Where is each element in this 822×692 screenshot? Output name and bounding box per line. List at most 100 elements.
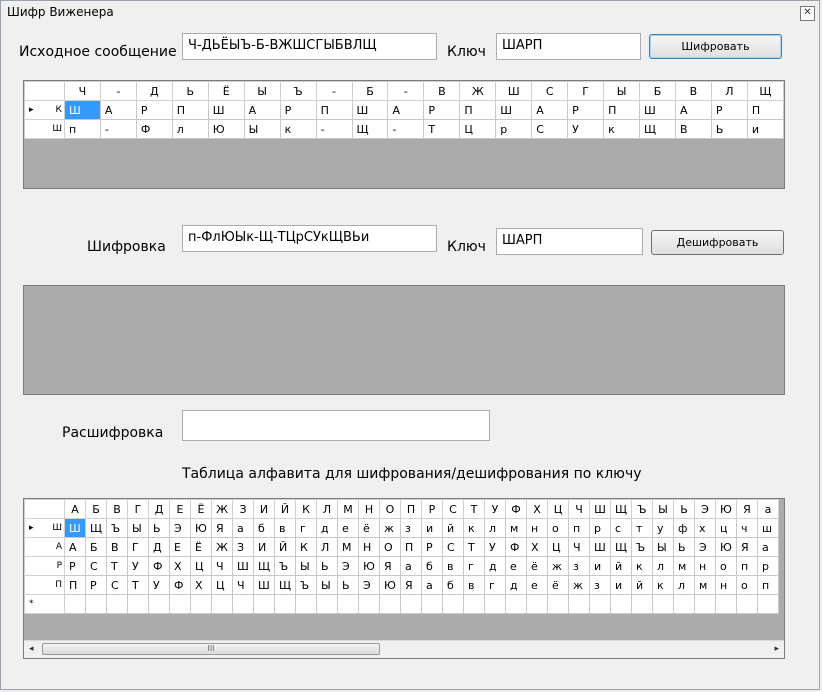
grid-cell[interactable]: Ф [135,119,173,139]
grid-cell[interactable] [64,594,86,614]
grid-cell[interactable]: У [484,537,506,557]
row-header[interactable]: П [24,575,65,595]
grid-cell[interactable]: Ш [64,518,86,538]
grid-cell[interactable]: д [505,575,527,595]
grid-cell[interactable] [673,594,695,614]
column-header[interactable]: Ъ [631,499,653,519]
grid-cell[interactable]: Д [148,537,170,557]
column-header[interactable]: - [315,81,353,101]
grid-cell[interactable]: Щ [639,119,676,139]
column-header[interactable]: У [484,499,506,519]
grid-cell[interactable]: к [603,119,641,139]
grid-cell[interactable]: Л [316,537,338,557]
column-header[interactable]: Щ [610,499,632,519]
grid-cell[interactable]: Ц [547,537,569,557]
grid-cell[interactable]: а [232,518,254,538]
grid-cell[interactable]: Ю [190,518,212,538]
grid-cell[interactable] [190,594,212,614]
grid-cell[interactable]: Э [694,537,716,557]
grid-cell[interactable]: ё [547,575,569,595]
column-header[interactable]: - [387,81,425,101]
grid-cell[interactable] [295,594,317,614]
grid-cell[interactable]: Р [710,100,748,120]
grid-cell[interactable]: и [421,518,443,538]
grid-cell[interactable]: е [505,556,527,576]
grid-cell[interactable]: Ш [63,100,101,120]
grid-cell[interactable]: а [400,556,422,576]
column-header[interactable]: Ё [190,499,212,519]
grid-cell[interactable]: к [652,575,674,595]
grid-cell[interactable]: з [400,518,422,538]
result-input[interactable] [182,410,490,441]
column-header[interactable]: О [379,499,401,519]
grid-cell[interactable]: А [674,100,712,120]
column-header[interactable]: Ю [715,499,737,519]
grid-cell[interactable]: Э [169,518,191,538]
grid-cell[interactable]: Ю [358,556,380,576]
grid-cell[interactable]: У [567,119,605,139]
grid-cell[interactable] [337,594,359,614]
grid-cell[interactable]: Ю [379,575,401,595]
grid-cell[interactable]: и [610,575,632,595]
grid-cell[interactable] [232,594,254,614]
grid-cell[interactable]: д [484,556,506,576]
grid-cell[interactable]: х [694,518,716,538]
grid-cell[interactable]: в [463,575,485,595]
grid-cell[interactable]: р [757,556,779,576]
grid-cell[interactable]: Ж [211,537,233,557]
grid-cell[interactable] [169,594,191,614]
grid-cell[interactable]: С [85,556,107,576]
row-header[interactable]: * [24,594,65,614]
grid-cell[interactable]: н [715,575,737,595]
grid-cell[interactable]: П [171,100,209,120]
grid-cell[interactable]: Р [421,537,443,557]
grid-cell[interactable]: Ц [211,575,233,595]
grid-cell[interactable]: Т [127,575,149,595]
grid-cell[interactable]: м [505,518,527,538]
grid-cell[interactable] [253,594,275,614]
grid-cell[interactable]: Р [135,100,173,120]
column-header[interactable]: а [757,499,779,519]
grid-cell[interactable]: Ъ [631,537,653,557]
grid-cell[interactable]: Ь [316,556,338,576]
scroll-thumb[interactable]: III [42,643,380,655]
grid-cell[interactable]: Т [106,556,128,576]
column-header[interactable]: Щ [746,81,784,101]
grid-cell[interactable]: Ф [505,537,527,557]
column-header[interactable]: Ы [652,499,674,519]
grid-cell[interactable]: Ч [568,537,590,557]
grid-cell[interactable]: А [243,100,281,120]
grid-cell[interactable]: о [715,556,737,576]
grid-cell[interactable]: Ы [127,518,149,538]
grid-cell[interactable]: л [171,119,209,139]
grid-cell[interactable]: Ш [207,100,245,120]
grid-cell[interactable]: Щ [610,537,632,557]
grid-cell[interactable] [400,594,422,614]
grid-cell[interactable]: п [568,518,590,538]
grid-cell[interactable]: Ф [169,575,191,595]
grid-cell[interactable]: р [495,119,533,139]
grid-cell[interactable]: Ы [316,575,338,595]
grid-cell[interactable]: Ю [715,537,737,557]
column-header[interactable]: - [99,81,137,101]
decrypt-button[interactable]: Дешифровать [651,230,784,255]
grid-cell[interactable]: г [463,556,485,576]
column-header[interactable]: Е [169,499,191,519]
encrypt-key-input[interactable]: ШАРП [496,33,641,60]
grid-cell[interactable]: И [253,537,275,557]
grid-cell[interactable]: Я [379,556,401,576]
grid-cell[interactable] [715,594,737,614]
column-header[interactable]: Н [358,499,380,519]
grid-cell[interactable]: С [531,119,569,139]
grid-cell[interactable] [421,594,443,614]
grid-cell[interactable]: ш [757,518,779,538]
grid-cell[interactable]: м [673,556,695,576]
grid-cell[interactable]: п [736,556,758,576]
column-header[interactable]: Ч [568,499,590,519]
column-header[interactable]: Б [351,81,389,101]
column-header[interactable]: М [337,499,359,519]
grid-cell[interactable] [358,594,380,614]
grid-cell[interactable]: - [387,119,425,139]
grid-cell[interactable]: Ь [710,119,748,139]
grid-cell[interactable]: г [484,575,506,595]
